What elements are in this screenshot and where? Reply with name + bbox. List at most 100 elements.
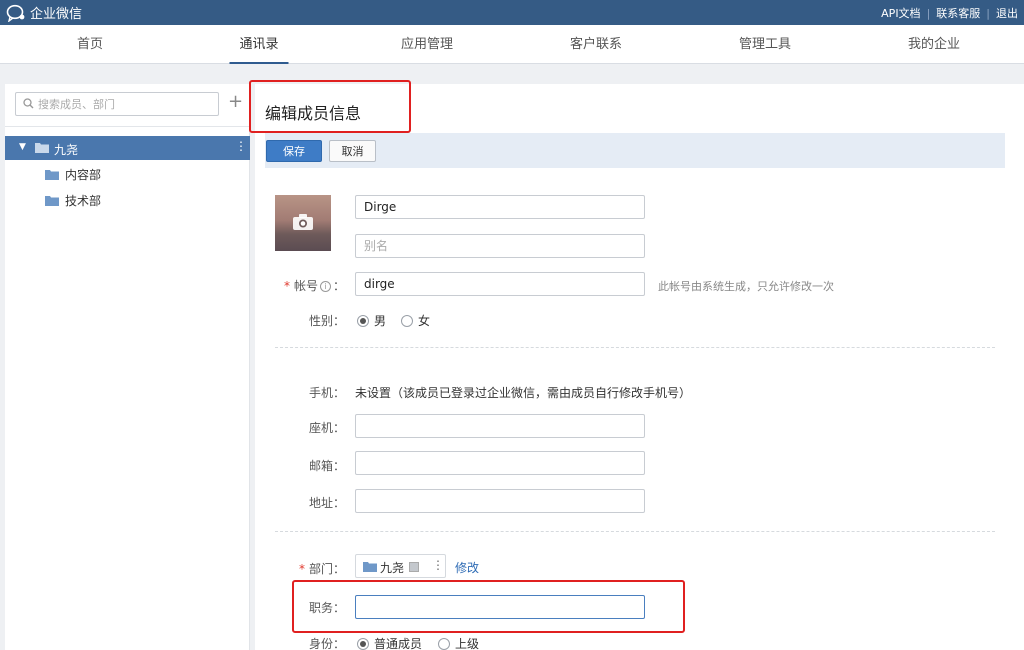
modify-dept-link[interactable]: 修改 [455,559,479,576]
identity-label: 身份 [308,637,333,650]
tab-management-tools[interactable]: 管理工具 [739,25,791,64]
tree-item-root[interactable]: ▼ 九尧 ⋮ [5,136,250,160]
radio-selected-icon[interactable] [357,314,369,327]
email-field[interactable] [355,451,645,475]
phone-label: 手机 [308,386,333,400]
tree-item-tech-dept[interactable]: 技术部 [45,190,101,210]
email-label-row: 邮箱： [275,457,345,474]
tree-item-content-dept[interactable]: 内容部 [45,164,101,184]
gender-male-radio[interactable]: 男 [357,312,386,329]
account-field[interactable] [355,272,645,296]
landline-label: 座机 [308,421,333,435]
page-title: 编辑成员信息 [265,104,362,123]
colon: ： [332,637,345,650]
colon: ： [332,601,345,615]
radio-selected-icon[interactable] [357,637,369,650]
more-options-icon[interactable]: ⋮ [235,139,247,153]
address-field[interactable] [355,489,645,513]
folder-icon [35,143,49,153]
gender-female-label: 女 [418,314,431,328]
colon: ： [332,496,345,510]
colon: ： [332,279,345,293]
required-mark: * [283,279,290,293]
main-panel: 编辑成员信息 保存 取消 *帐号i： 此帐号由系统生成，只允许修改一次 性别： … [249,80,1024,650]
search-icon [23,98,34,109]
identity-normal-radio[interactable]: 普通成员 [357,635,422,650]
logout-link[interactable]: 退出 [996,5,1018,21]
primary-dept-icon[interactable] [409,562,419,572]
search-input[interactable] [38,96,214,112]
radio-unselected-icon[interactable] [401,314,413,327]
cancel-button[interactable]: 取消 [329,140,376,162]
sidebar: + ▼ 九尧 ⋮ 内容部 技术部 [5,84,250,650]
contact-support-link[interactable]: 联系客服 [936,5,980,21]
more-options-icon[interactable]: ⋮ [432,558,444,572]
account-label: 帐号 [293,279,318,293]
search-box [15,92,219,116]
colon: ： [332,421,345,435]
address-label: 地址 [308,496,333,510]
top-links: API文档 | 联系客服 | 退出 [881,5,1018,21]
avatar[interactable] [275,195,331,251]
action-toolbar: 保存 取消 [265,133,1005,168]
account-label-row: * 帐号 i： [275,277,345,294]
phone-note: 未设置（该成员已登录过企业微信，需由成员自行修改手机号） [355,386,692,400]
landline-field[interactable] [355,414,645,438]
tab-app-management[interactable]: 应用管理 [401,25,453,64]
wecom-logo-icon [6,4,25,22]
identity-normal-label: 普通成员 [374,637,423,650]
identity-superior-radio[interactable]: 上级 [438,635,479,650]
alias-field[interactable] [355,234,645,258]
colon: ： [332,314,345,328]
divider: | [986,6,990,20]
section-divider [275,531,995,532]
camera-icon [293,214,313,230]
job-label: 职务 [308,601,333,615]
dept-label-row: * 部门： [275,560,345,577]
job-label-row: 职务： [275,599,345,616]
dept-tag-label: 九尧 [380,561,405,575]
divider [5,126,250,127]
section-divider [275,347,995,348]
identity-superior-label: 上级 [455,637,480,650]
folder-icon [363,562,377,572]
gender-label: 性别 [308,314,333,328]
divider: | [926,6,931,20]
brand: 企业微信 [6,3,82,22]
dept-label: 部门 [308,562,333,576]
api-docs-link[interactable]: API文档 [881,5,920,21]
landline-label-row: 座机： [275,419,345,436]
main-nav: 首页 通讯录 应用管理 客户联系 管理工具 我的企业 [0,25,1024,64]
colon: ： [332,386,345,400]
caret-down-icon[interactable]: ▼ [19,142,26,152]
colon: ： [332,562,345,576]
tree-item-label: 内容部 [65,167,102,182]
identity-label-row: 身份： [275,635,345,650]
gender-male-label: 男 [374,314,387,328]
account-hint: 此帐号由系统生成，只允许修改一次 [658,280,834,293]
folder-icon [45,169,59,180]
address-label-row: 地址： [275,494,345,511]
job-title-field[interactable] [355,595,645,619]
info-icon[interactable]: i [319,281,331,292]
radio-unselected-icon[interactable] [438,637,450,650]
tab-customer-contact[interactable]: 客户联系 [570,25,622,64]
app-name: 企业微信 [30,7,83,22]
tab-my-enterprise[interactable]: 我的企业 [908,25,960,64]
dept-tag: 九尧 ⋮ [355,554,446,578]
tree-item-label: 技术部 [65,193,102,208]
tree-item-label: 九尧 [54,143,79,157]
save-button[interactable]: 保存 [266,140,322,162]
tab-contacts[interactable]: 通讯录 [229,25,289,64]
gender-female-radio[interactable]: 女 [401,312,430,329]
tab-home[interactable]: 首页 [77,25,103,64]
colon: ： [332,459,345,473]
phone-label-row: 手机： [275,384,345,401]
add-button[interactable]: + [228,92,243,112]
folder-icon [45,195,59,206]
name-field[interactable] [355,195,645,219]
gender-label-row: 性别： [275,312,345,329]
email-label: 邮箱 [308,459,333,473]
required-mark: * [298,562,305,576]
top-bar: 企业微信 API文档 | 联系客服 | 退出 [0,0,1024,25]
